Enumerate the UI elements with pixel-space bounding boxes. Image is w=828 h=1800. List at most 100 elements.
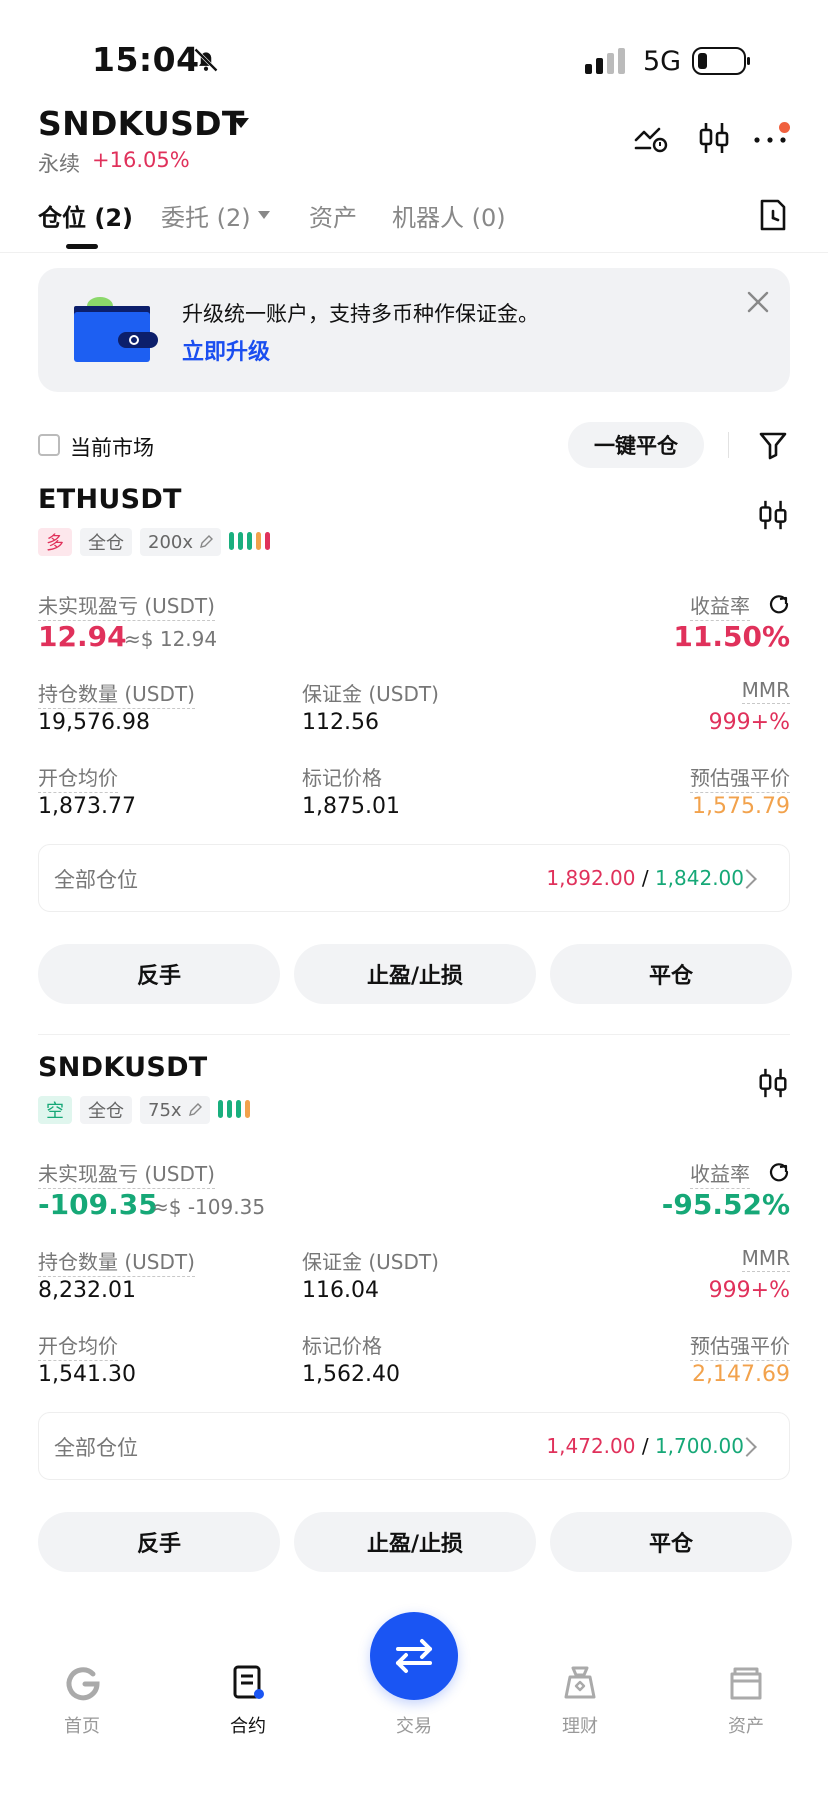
position-size-value: 19,576.98 (38, 710, 150, 735)
tpsl-values: 1,892.00 / 1,842.00 (546, 866, 744, 890)
entry-price-value: 1,873.77 (38, 794, 136, 819)
position-tags: 空 全仓 75x (38, 1096, 250, 1124)
mark-price-label: 标记价格 (302, 766, 382, 790)
take-profit-value: 1,892.00 (546, 866, 636, 890)
unrealized-pnl-usd: ≈$ -109.35 (152, 1195, 266, 1219)
nav-home-label[interactable]: 首页 (32, 1712, 132, 1738)
status-bar: 15:04 5G (0, 0, 828, 110)
wallet-icon[interactable] (727, 1664, 765, 1702)
unrealized-pnl-label[interactable]: 未实现盈亏 (USDT) (38, 1158, 215, 1189)
liq-price-label[interactable]: 预估强平价 (690, 762, 790, 793)
upgrade-link[interactable]: 立即升级 (182, 334, 270, 366)
mmr-value: 999+% (708, 1278, 790, 1303)
order-history-icon[interactable] (757, 198, 789, 232)
leverage-badge[interactable]: 75x (140, 1096, 210, 1124)
roe-value: -95.52% (661, 1188, 790, 1221)
nav-assets-label[interactable]: 资产 (696, 1712, 796, 1738)
position-size-label[interactable]: 持仓数量 (USDT) (38, 1246, 195, 1277)
nav-finance-label[interactable]: 理财 (530, 1712, 630, 1738)
candlestick-chart-icon[interactable] (756, 1066, 790, 1100)
adl-indicator (217, 1100, 250, 1120)
candlestick-chart-icon[interactable] (756, 498, 790, 532)
unrealized-pnl-label[interactable]: 未实现盈亏 (USDT) (38, 590, 215, 621)
leverage-value: 75x (148, 1099, 182, 1121)
liq-price-value: 2,147.69 (692, 1362, 790, 1387)
tab-assets[interactable]: 资产 (309, 198, 357, 233)
margin-mode-badge: 全仓 (80, 1096, 132, 1124)
nav-trade-label[interactable]: 交易 (364, 1712, 464, 1738)
side-badge: 空 (38, 1096, 72, 1124)
mmr-label[interactable]: MMR (741, 1246, 790, 1272)
position-symbol[interactable]: SNDKUSDT (38, 1052, 208, 1083)
liq-price-value: 1,575.79 (692, 794, 790, 819)
trade-fab-button[interactable] (370, 1612, 458, 1700)
signal-icon (585, 48, 625, 74)
bell-muted-icon (194, 48, 218, 72)
margin-value: 112.56 (302, 710, 379, 735)
nav-contract-label[interactable]: 合约 (198, 1712, 298, 1738)
reverse-button[interactable]: 反手 (38, 1512, 280, 1572)
side-badge: 多 (38, 528, 72, 556)
tpsl-button[interactable]: 止盈/止损 (294, 1512, 536, 1572)
candlestick-chart-icon[interactable] (696, 120, 732, 156)
position-size-label[interactable]: 持仓数量 (USDT) (38, 678, 195, 709)
margin-label: 保证金 (USDT) (302, 1250, 439, 1274)
close-position-button[interactable]: 平仓 (550, 1512, 792, 1572)
edit-icon (188, 1103, 202, 1116)
close-position-button[interactable]: 平仓 (550, 944, 792, 1004)
tab-orders[interactable]: 委托 (2) (161, 198, 251, 233)
contract-icon[interactable] (230, 1664, 268, 1702)
mark-price-label: 标记价格 (302, 1334, 382, 1358)
unrealized-pnl-value: -109.35 (38, 1188, 158, 1221)
liq-price-label[interactable]: 预估强平价 (690, 1330, 790, 1361)
close-icon[interactable] (744, 288, 772, 316)
reverse-button[interactable]: 反手 (38, 944, 280, 1004)
mark-price-value: 1,875.01 (302, 794, 400, 819)
caret-down-icon[interactable] (233, 118, 249, 128)
position-symbol[interactable]: ETHUSDT (38, 484, 182, 515)
home-icon[interactable] (63, 1664, 101, 1702)
swap-icon (396, 1639, 432, 1673)
tab-bots[interactable]: 机器人 (0) (392, 198, 506, 233)
leverage-value: 200x (148, 531, 194, 553)
tab-divider (0, 252, 828, 253)
margin-mode-badge: 全仓 (80, 528, 132, 556)
refresh-icon[interactable] (768, 593, 790, 615)
network-type: 5G (643, 46, 682, 77)
notification-dot (779, 122, 790, 133)
price-change: +16.05% (92, 148, 190, 172)
refresh-icon[interactable] (768, 1161, 790, 1183)
current-market-label[interactable]: 当前市场 (70, 432, 154, 462)
mmr-value: 999+% (708, 710, 790, 735)
leverage-badge[interactable]: 200x (140, 528, 222, 556)
entry-price-label[interactable]: 开仓均价 (38, 1330, 118, 1361)
divider (728, 432, 729, 458)
roe-value: 11.50% (673, 620, 790, 653)
roe-label[interactable]: 收益率 (690, 590, 750, 621)
roe-label[interactable]: 收益率 (690, 1158, 750, 1189)
tpsl-separator: / (641, 1434, 649, 1458)
tab-positions[interactable]: 仓位 (2) (38, 198, 133, 233)
adl-indicator (229, 532, 271, 552)
position-tags: 多 全仓 200x (38, 528, 271, 556)
price-alert-icon[interactable] (633, 120, 669, 156)
stop-loss-value: 1,700.00 (654, 1434, 744, 1458)
symbol-title[interactable]: SNDKUSDT (38, 104, 245, 143)
active-tab-indicator (66, 244, 98, 249)
tpsl-values: 1,472.00 / 1,700.00 (546, 1434, 744, 1458)
close-all-button[interactable]: 一键平仓 (568, 422, 704, 468)
status-time: 15:04 (92, 40, 200, 79)
unrealized-pnl-usd: ≈$ 12.94 (124, 627, 218, 651)
entry-price-label[interactable]: 开仓均价 (38, 762, 118, 793)
filter-icon[interactable] (758, 430, 788, 460)
wallet-illustration-icon (74, 297, 158, 362)
mmr-label[interactable]: MMR (741, 678, 790, 704)
finance-icon[interactable] (561, 1664, 599, 1702)
current-market-checkbox[interactable] (38, 434, 60, 456)
take-profit-value: 1,472.00 (546, 1434, 636, 1458)
margin-value: 116.04 (302, 1278, 379, 1303)
tab-orders-caret-icon[interactable] (258, 211, 270, 219)
tpsl-button[interactable]: 止盈/止损 (294, 944, 536, 1004)
stop-loss-value: 1,842.00 (654, 866, 744, 890)
all-positions-label: 全部仓位 (54, 868, 138, 892)
